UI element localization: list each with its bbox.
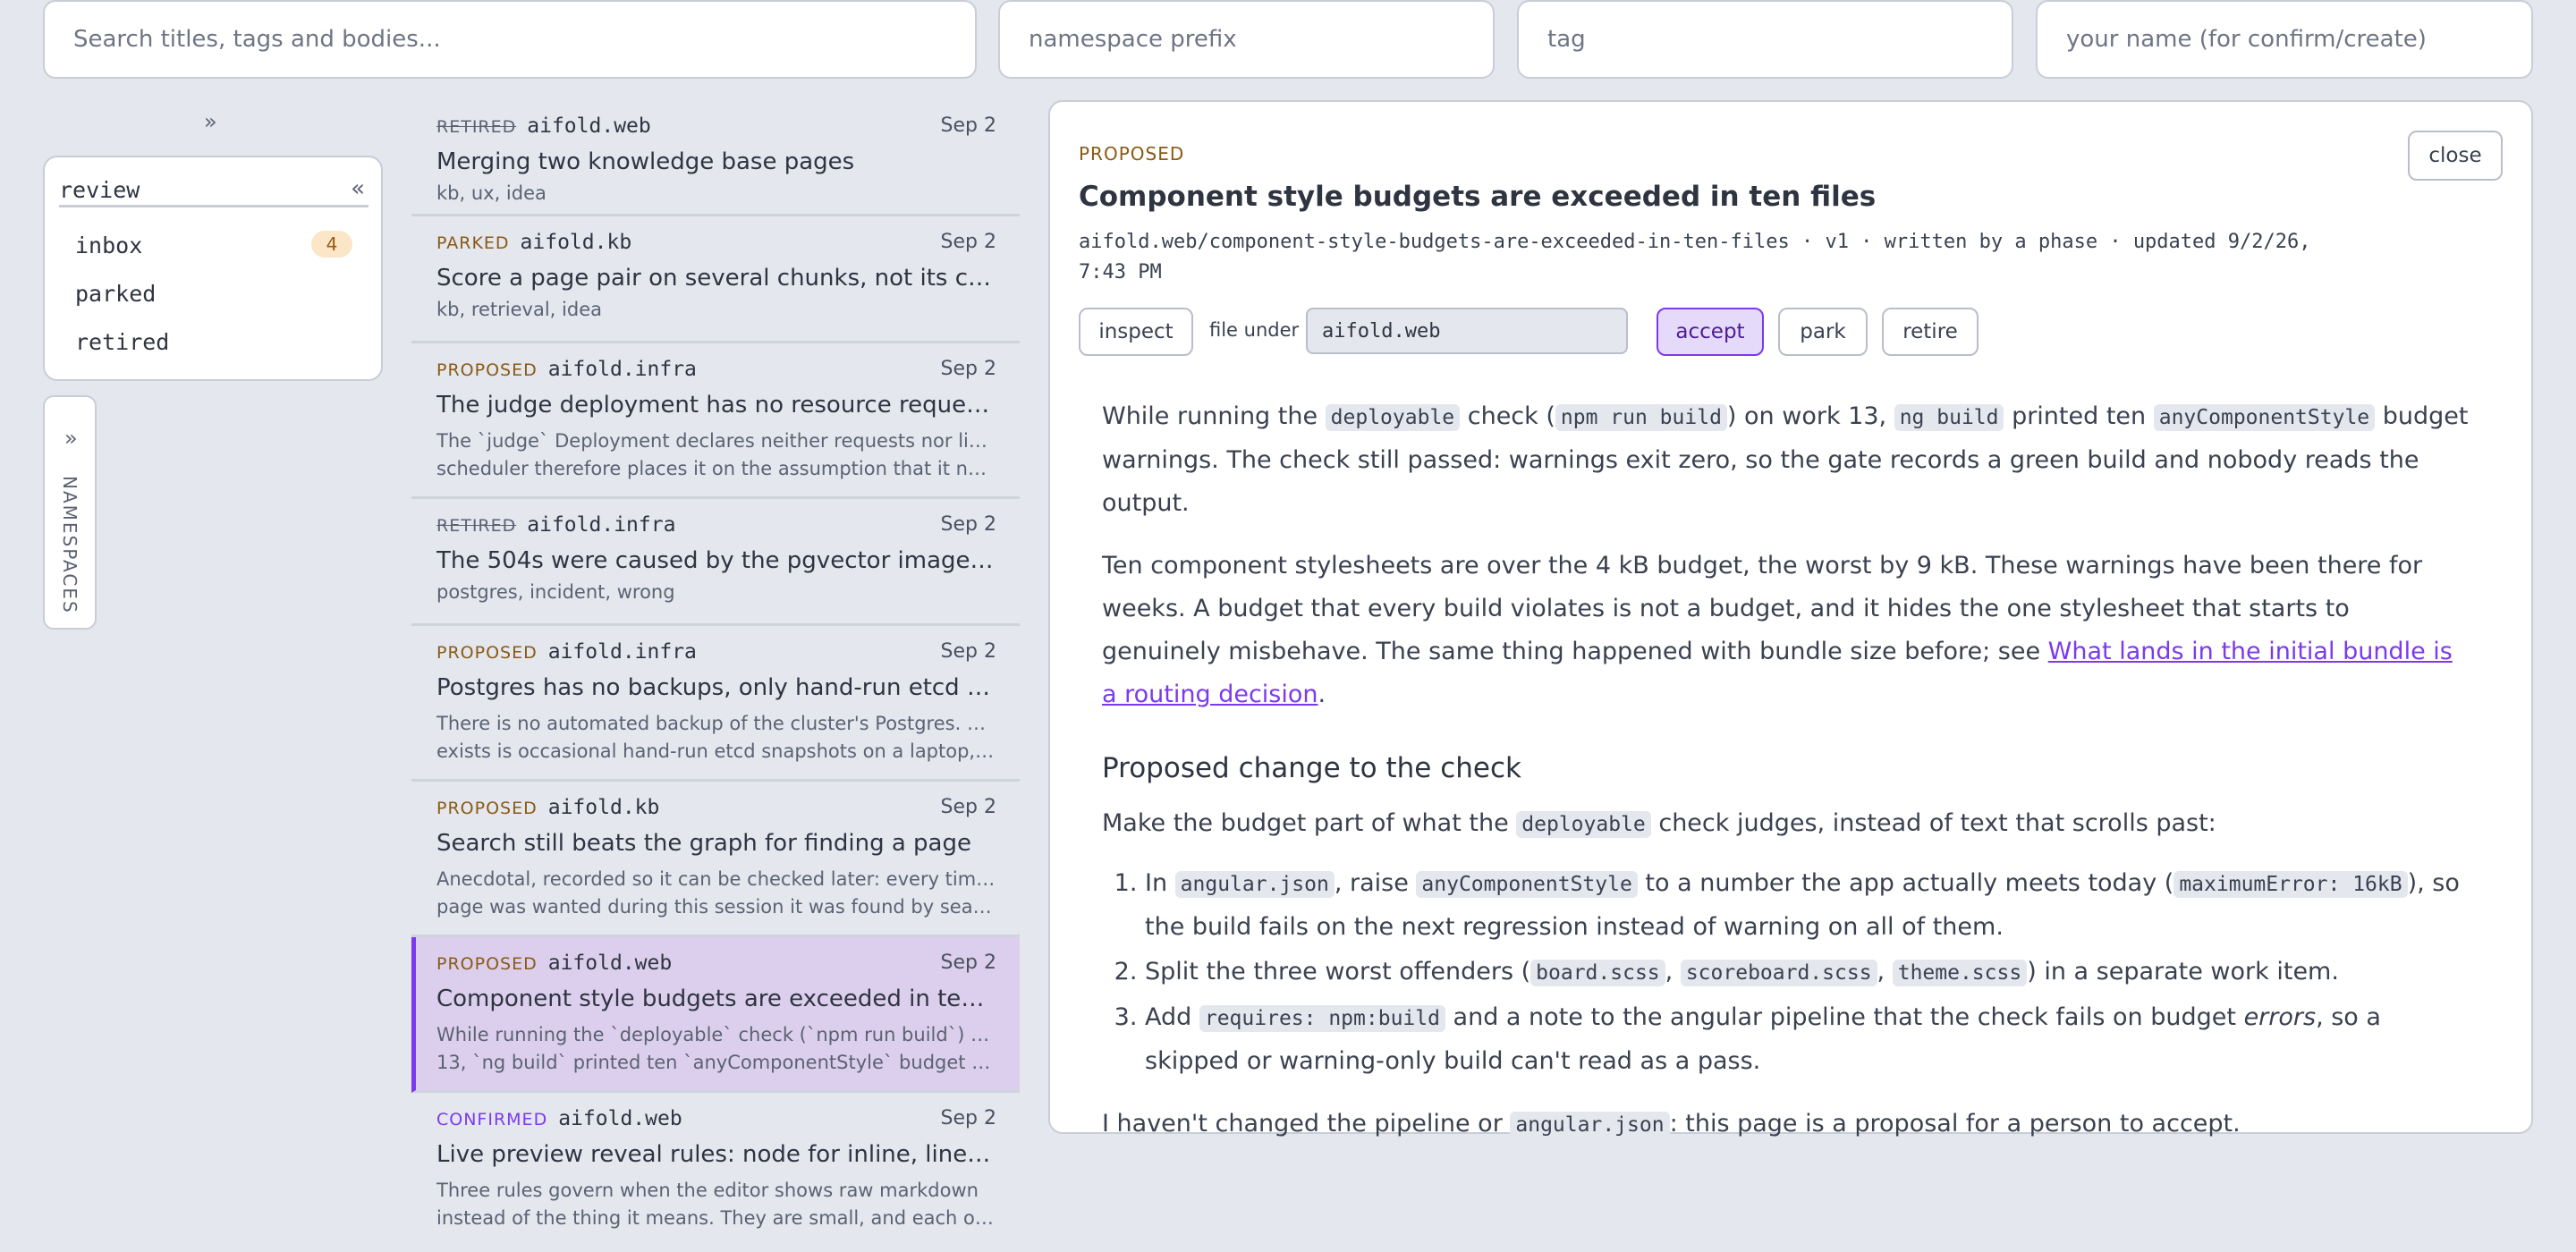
- sidebar-item-retired[interactable]: retired: [75, 329, 169, 355]
- name-input[interactable]: [2036, 0, 2533, 79]
- item-excerpt: Anecdotal, recorded so it can be checked…: [436, 868, 996, 918]
- item-title: Merging two knowledge base pages: [436, 148, 855, 175]
- paragraph: While running the deployable check (npm …: [1102, 402, 2469, 517]
- section-heading: Proposed change to the check: [1102, 752, 1521, 784]
- status-badge: PROPOSED: [1079, 143, 1185, 165]
- item-excerpt: The `judge` Deployment declares neither …: [436, 430, 996, 479]
- status-badge: CONFIRMED: [436, 1110, 548, 1129]
- review-panel: review « inbox 4 parked retired: [43, 156, 383, 381]
- inbox-count-badge: 4: [311, 231, 352, 258]
- page-body: While running the deployable check (npm …: [1102, 395, 2470, 1166]
- status-badge: PROPOSED: [436, 360, 538, 380]
- namespace-label: aifold.web: [527, 114, 651, 138]
- item-excerpt: While running the `deployable` check (`n…: [436, 1024, 996, 1073]
- date-label: Sep 2: [940, 796, 996, 818]
- item-title: The 504s were caused by the pgvector ima…: [436, 547, 996, 574]
- item-tags: kb, retrieval, idea: [436, 299, 602, 320]
- list-item[interactable]: PROPOSED aifold.infra Sep 2 The judge depl…: [411, 343, 1020, 499]
- item-title: Score a page pair on several chunks, not…: [436, 265, 996, 292]
- namespace-label: aifold.infra: [547, 358, 697, 381]
- status-badge: RETIRED: [436, 117, 517, 137]
- item-excerpt: Three rules govern when the editor shows…: [436, 1180, 996, 1229]
- item-excerpt: There is no automated backup of the clus…: [436, 713, 996, 762]
- item-title: Component style budgets are exceeded in …: [436, 986, 996, 1012]
- list-item[interactable]: PARKED aifold.kb Sep 2 Score a page pair o…: [411, 216, 1020, 343]
- search-input[interactable]: [43, 0, 977, 79]
- namespace-label: aifold.kb: [520, 231, 632, 254]
- filter-bar: [43, 0, 2533, 79]
- list-item[interactable]: RETIRED aifold.web Sep 2 Merging two knowl…: [411, 100, 1020, 216]
- page-meta: aifold.web/component-style-budgets-are-e…: [1079, 231, 2311, 283]
- sidebar-item-parked[interactable]: parked: [75, 281, 156, 307]
- status-badge: RETIRED: [436, 516, 517, 536]
- list-item: Split the three worst offenders (board.s…: [1145, 951, 2470, 994]
- inspect-button[interactable]: inspect: [1079, 308, 1193, 356]
- date-label: Sep 2: [940, 513, 996, 536]
- detail-pane: close PROPOSED Component style budgets a…: [1048, 100, 2533, 1138]
- list-item[interactable]: CONFIRMED aifold.web Sep 2 Live preview re…: [411, 1093, 1020, 1252]
- item-title: Live preview reveal rules: node for inli…: [436, 1141, 996, 1168]
- close-button[interactable]: close: [2408, 131, 2503, 181]
- date-label: Sep 2: [940, 1107, 996, 1129]
- list-item[interactable]: RETIRED aifold.infra Sep 2 The 504s were c…: [411, 499, 1020, 626]
- status-badge: PROPOSED: [436, 643, 538, 663]
- item-title: The judge deployment has no resource req…: [436, 392, 996, 419]
- namespaces-tab[interactable]: » NAMESPACES: [43, 395, 97, 630]
- status-badge: PARKED: [436, 233, 510, 253]
- list-item-selected[interactable]: PROPOSED aifold.web Sep 2 Component style …: [411, 937, 1020, 1093]
- item-title: Postgres has no backups, only hand-run e…: [436, 674, 996, 701]
- park-button[interactable]: park: [1778, 308, 1868, 356]
- list-item: In angular.json, raise anyComponentStyle…: [1145, 862, 2470, 949]
- status-badge: PROPOSED: [436, 799, 538, 818]
- collapse-review-button[interactable]: «: [351, 175, 365, 202]
- paragraph: I haven't changed the pipeline or angula…: [1102, 1110, 2241, 1138]
- list-item: Add requires: npm:build and a note to th…: [1145, 996, 2470, 1083]
- date-label: Sep 2: [940, 358, 996, 380]
- file-under-label: file under: [1209, 319, 1300, 341]
- date-label: Sep 2: [940, 114, 996, 137]
- namespace-label: aifold.infra: [527, 513, 676, 537]
- sidebar-item-inbox[interactable]: inbox: [75, 233, 142, 258]
- accept-button[interactable]: accept: [1657, 308, 1764, 356]
- status-badge: PROPOSED: [436, 954, 538, 974]
- namespace-label: aifold.infra: [547, 640, 697, 664]
- date-label: Sep 2: [940, 952, 996, 974]
- review-title: review: [59, 177, 140, 203]
- review-header: review «: [59, 173, 369, 207]
- page-list: RETIRED aifold.web Sep 2 Merging two knowl…: [411, 100, 1020, 1252]
- list-item[interactable]: PROPOSED aifold.kb Sep 2 Search still beat…: [411, 782, 1020, 937]
- item-title: Search still beats the graph for finding…: [436, 830, 971, 857]
- namespace-prefix-input[interactable]: [998, 0, 1495, 79]
- page-title: Component style budgets are exceeded in …: [1079, 181, 1877, 213]
- list-item[interactable]: PROPOSED aifold.infra Sep 2 Postgres has n…: [411, 626, 1020, 782]
- date-label: Sep 2: [940, 231, 996, 253]
- tag-input[interactable]: [1517, 0, 2013, 79]
- namespace-label: aifold.kb: [547, 796, 660, 819]
- namespace-label: aifold.web: [547, 952, 673, 975]
- chevron-right-icon: »: [64, 426, 78, 451]
- file-under-input[interactable]: [1306, 308, 1628, 354]
- proposal-list: In angular.json, raise anyComponentStyle…: [1145, 862, 2470, 1083]
- date-label: Sep 2: [940, 640, 996, 663]
- paragraph: Ten component stylesheets are over the 4…: [1102, 552, 2453, 708]
- expand-sidebar-button[interactable]: »: [204, 109, 217, 134]
- paragraph: Make the budget part of what the deploya…: [1102, 809, 2216, 838]
- item-tags: kb, ux, idea: [436, 182, 547, 204]
- namespace-label: aifold.web: [558, 1107, 682, 1130]
- item-tags: postgres, incident, wrong: [436, 581, 675, 603]
- retire-button[interactable]: retire: [1882, 308, 1979, 356]
- namespaces-label: NAMESPACES: [59, 476, 80, 614]
